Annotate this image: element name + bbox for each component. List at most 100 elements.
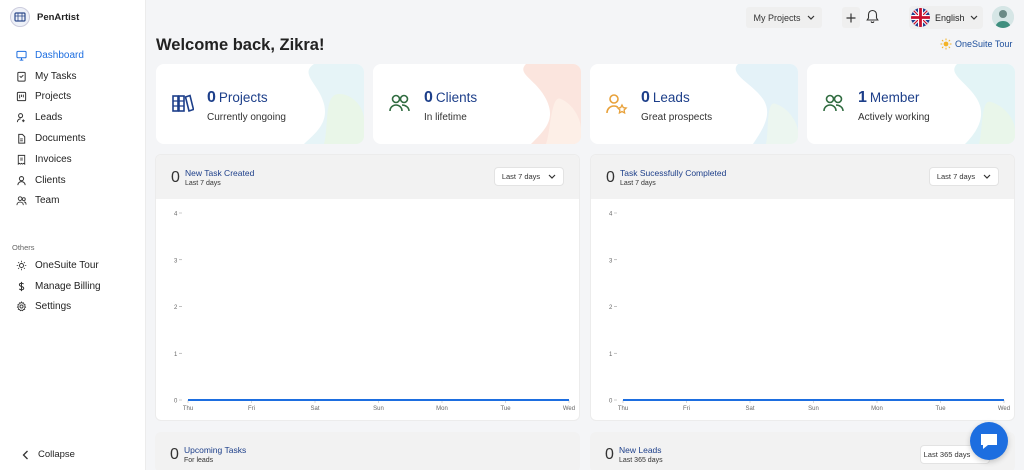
x-tick-label: Sun [373,406,384,412]
stat-card-projects[interactable]: 0 Projects Currently ongoing [156,64,364,144]
sidebar-item-my-tasks[interactable]: My Tasks [0,66,146,87]
chevron-left-icon [22,450,28,459]
brand-name: PenArtist [37,11,80,23]
y-tick-label: 2 [174,305,178,311]
x-tick-label: Fri [248,406,255,412]
x-tick-label: Wed [998,406,1010,412]
panel-count: 0 [605,446,614,463]
avatar[interactable] [992,6,1014,28]
sidebar-item-dashboard[interactable]: Dashboard [0,45,146,66]
stat-value: 0 Clients [424,89,477,107]
panel-subtitle: Last 7 days [620,180,656,187]
chat-button[interactable] [970,422,1008,460]
chevron-down-icon [807,15,814,20]
notifications-button[interactable] [866,9,879,29]
users-icon [16,196,27,206]
users-icon [823,93,845,118]
sidebar-item-label: Team [35,195,60,207]
sidebar-item-label: OneSuite Tour [35,259,99,271]
y-tick-label: 4 [174,212,178,218]
stat-card-clients[interactable]: 0 Clients In lifetime [373,64,581,144]
stat-label: Member [869,90,920,105]
kanban-icon [16,92,27,102]
sidebar-item-invoices[interactable]: Invoices [0,149,146,170]
sidebar-item-onesuite-tour[interactable]: OneSuite Tour [0,255,146,276]
brand[interactable]: PenArtist [10,7,79,27]
others-section-label: Others [12,243,35,252]
add-button[interactable] [842,7,860,28]
panel-subtitle: Last 7 days [185,180,221,187]
sidebar-item-manage-billing[interactable]: Manage Billing [0,276,146,297]
sidebar-item-documents[interactable]: Documents [0,128,146,149]
gear-icon [16,301,27,312]
x-tick-label: Tue [500,406,511,412]
panel-count: 0 [171,169,180,186]
x-tick-label: Fri [683,406,690,412]
sidebar-item-projects[interactable]: Projects [0,87,146,108]
sidebar-item-settings[interactable]: Settings [0,297,146,318]
users-icon [389,93,411,118]
y-tick-label: 0 [609,399,613,405]
language-label: English [935,12,965,23]
stat-count: 0 [641,89,650,106]
receipt-icon [17,154,26,165]
sun-icon [16,260,27,271]
y-tick-label: 3 [609,258,613,264]
language-selector[interactable]: English [909,6,983,29]
date-range-label: Last 365 days [923,450,971,459]
chevron-down-icon [548,174,556,179]
page-title: Welcome back, Zikra! [156,36,325,54]
stat-sub: In lifetime [424,112,467,123]
stat-sub: Currently ongoing [207,112,286,123]
stat-card-members[interactable]: 1 Member Actively working [807,64,1015,144]
y-tick-label: 3 [174,258,178,264]
decorative-blob [954,64,1015,144]
clipboard-icon [17,71,26,82]
sidebar-item-label: Documents [35,133,86,145]
x-tick-label: Tue [935,406,946,412]
onesuite-tour-link[interactable]: OneSuite Tour [940,38,1012,50]
panel-count: 0 [170,446,179,463]
panel-title: New Leads [619,445,662,455]
monitor-icon [16,50,27,61]
brand-logo-icon [10,7,30,27]
panel-header: 0 Task Sucessfully Completed Last 7 days… [591,155,1014,199]
collapse-button[interactable]: Collapse [22,449,75,460]
projects-selector-label: My Projects [753,12,801,23]
bell-icon [866,9,879,24]
sidebar-item-label: Leads [35,112,63,124]
panel-title: New Task Created [185,168,255,178]
onesuite-tour-label: OneSuite Tour [955,39,1013,49]
user-plus-icon [16,113,25,123]
x-tick-label: Mon [871,406,883,412]
collapse-label: Collapse [38,449,75,460]
stat-value: 0 Leads [641,89,690,107]
file-icon [18,133,26,144]
date-range-selector[interactable]: Last 7 days [929,167,999,186]
sidebar-item-label: Manage Billing [35,280,101,292]
sidebar-item-clients[interactable]: Clients [0,170,146,191]
sidebar-item-leads[interactable]: Leads [0,107,146,128]
new-task-line-chart: 0 1 2 3 4 Thu Fri Sat Sun Mon Tue Wed [174,212,575,413]
sidebar-item-label: Dashboard [35,49,84,61]
stat-label: Projects [218,90,268,105]
stat-sub: Actively working [858,112,930,123]
stat-card-leads[interactable]: 0 Leads Great prospects [590,64,798,144]
stat-count: 1 [858,89,867,106]
y-tick-label: 1 [609,352,613,358]
decorative-blob [523,64,581,144]
sidebar-others-nav: OneSuite Tour Manage Billing Settings [0,255,146,317]
date-range-selector[interactable]: Last 7 days [494,167,564,186]
sidebar-item-team[interactable]: Team [0,191,146,212]
stat-count: 0 [207,89,216,106]
x-tick-label: Sat [310,406,319,412]
projects-selector[interactable]: My Projects [746,7,822,28]
new-leads-panel: 0 New Leads Last 365 days Last 365 days [590,432,1015,470]
y-tick-label: 1 [174,352,178,358]
stat-value: 1 Member [858,89,919,107]
x-tick-label: Thu [618,406,628,412]
new-task-created-panel: 0 New Task Created Last 7 days Last 7 da… [155,154,580,421]
dollar-icon [18,281,25,291]
date-range-label: Last 7 days [936,172,976,181]
stat-label: Leads [652,90,690,105]
